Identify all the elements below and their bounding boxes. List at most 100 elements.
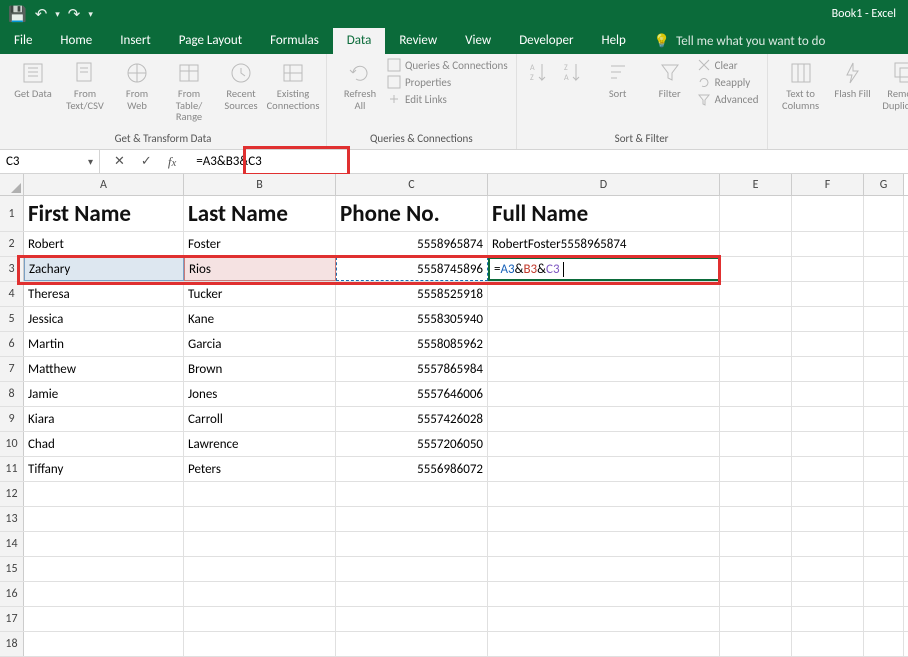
cell[interactable] bbox=[24, 582, 184, 606]
cell[interactable] bbox=[792, 282, 864, 306]
tab-review[interactable]: Review bbox=[385, 28, 451, 54]
sort-az-button[interactable]: AZ bbox=[525, 58, 557, 88]
chevron-down-icon[interactable]: ▾ bbox=[88, 155, 93, 168]
cell[interactable]: 5558085962 bbox=[336, 332, 488, 356]
cell[interactable] bbox=[792, 432, 864, 456]
cell[interactable] bbox=[792, 357, 864, 381]
cell[interactable]: Martin bbox=[24, 332, 184, 356]
cell[interactable] bbox=[336, 482, 488, 506]
cell[interactable] bbox=[792, 196, 864, 231]
tab-data[interactable]: Data bbox=[333, 28, 386, 54]
cell[interactable] bbox=[864, 482, 904, 506]
remove-duplicates-button[interactable]: Remove Duplicates bbox=[880, 58, 908, 113]
row-header[interactable]: 10 bbox=[0, 432, 24, 456]
cell[interactable] bbox=[336, 507, 488, 531]
cell[interactable] bbox=[720, 582, 792, 606]
cell[interactable]: Robert bbox=[24, 232, 184, 256]
from-web-button[interactable]: From Web bbox=[112, 58, 162, 113]
cell[interactable] bbox=[792, 582, 864, 606]
tab-file[interactable]: File bbox=[0, 28, 46, 54]
clear-filter-button[interactable]: Clear bbox=[697, 58, 759, 72]
cell[interactable] bbox=[184, 532, 336, 556]
cell[interactable]: Jones bbox=[184, 382, 336, 406]
cell[interactable] bbox=[336, 557, 488, 581]
cell[interactable]: Full Name bbox=[488, 196, 720, 231]
properties-button[interactable]: Properties bbox=[387, 75, 508, 89]
row-header[interactable]: 4 bbox=[0, 282, 24, 306]
cell[interactable]: Garcia bbox=[184, 332, 336, 356]
cell[interactable] bbox=[24, 532, 184, 556]
row-header[interactable]: 18 bbox=[0, 632, 24, 656]
cell[interactable] bbox=[792, 382, 864, 406]
cell[interactable] bbox=[720, 457, 792, 481]
cell[interactable] bbox=[792, 632, 864, 656]
cell[interactable] bbox=[336, 607, 488, 631]
cell[interactable] bbox=[184, 582, 336, 606]
cell[interactable] bbox=[488, 532, 720, 556]
row-header[interactable]: 9 bbox=[0, 407, 24, 431]
cell[interactable]: =A3&B3&C3 bbox=[488, 257, 720, 281]
row-header[interactable]: 16 bbox=[0, 582, 24, 606]
cell[interactable] bbox=[24, 482, 184, 506]
tab-home[interactable]: Home bbox=[46, 28, 106, 54]
cell[interactable]: Phone No. bbox=[336, 196, 488, 231]
cell[interactable] bbox=[864, 307, 904, 331]
cancel-formula-button[interactable]: ✕ bbox=[106, 154, 133, 169]
cell[interactable] bbox=[792, 332, 864, 356]
tell-me-search[interactable]: 💡 Tell me what you want to do bbox=[640, 34, 840, 49]
tab-view[interactable]: View bbox=[451, 28, 505, 54]
cell[interactable] bbox=[864, 432, 904, 456]
cell[interactable] bbox=[720, 432, 792, 456]
cell[interactable] bbox=[488, 482, 720, 506]
recent-sources-button[interactable]: Recent Sources bbox=[216, 58, 266, 113]
tab-page-layout[interactable]: Page Layout bbox=[165, 28, 256, 54]
cell[interactable] bbox=[488, 407, 720, 431]
cell[interactable] bbox=[720, 257, 792, 281]
cell[interactable]: 5557646006 bbox=[336, 382, 488, 406]
cell[interactable] bbox=[864, 407, 904, 431]
col-header-b[interactable]: B bbox=[184, 174, 336, 195]
tab-help[interactable]: Help bbox=[587, 28, 639, 54]
cell[interactable]: Rios bbox=[184, 257, 336, 281]
cell[interactable] bbox=[720, 307, 792, 331]
cell[interactable] bbox=[864, 607, 904, 631]
cell[interactable] bbox=[488, 332, 720, 356]
row-header[interactable]: 8 bbox=[0, 382, 24, 406]
cell[interactable] bbox=[792, 507, 864, 531]
get-data-button[interactable]: Get Data bbox=[8, 58, 58, 102]
cell[interactable] bbox=[864, 457, 904, 481]
cell[interactable]: Theresa bbox=[24, 282, 184, 306]
reapply-button[interactable]: Reapply bbox=[697, 75, 759, 89]
cell[interactable] bbox=[792, 607, 864, 631]
cell[interactable]: RobertFoster5558965874 bbox=[488, 232, 720, 256]
row-header[interactable]: 17 bbox=[0, 607, 24, 631]
cell[interactable]: Peters bbox=[184, 457, 336, 481]
qat-dropdown-icon[interactable]: ▾ bbox=[55, 9, 60, 20]
sort-za-button[interactable]: ZA bbox=[559, 58, 591, 88]
from-table-range-button[interactable]: From Table/ Range bbox=[164, 58, 214, 125]
cell[interactable] bbox=[24, 557, 184, 581]
cell[interactable] bbox=[488, 282, 720, 306]
text-to-columns-button[interactable]: Text to Columns bbox=[776, 58, 826, 113]
select-all-corner[interactable] bbox=[0, 174, 24, 195]
cell[interactable] bbox=[792, 307, 864, 331]
cell[interactable] bbox=[792, 482, 864, 506]
cell[interactable]: Jamie bbox=[24, 382, 184, 406]
cell[interactable] bbox=[488, 457, 720, 481]
cell[interactable] bbox=[184, 482, 336, 506]
cell[interactable] bbox=[488, 507, 720, 531]
cell[interactable] bbox=[720, 196, 792, 231]
cell[interactable]: Chad bbox=[24, 432, 184, 456]
cell[interactable]: Kane bbox=[184, 307, 336, 331]
row-header[interactable]: 2 bbox=[0, 232, 24, 256]
cell[interactable]: First Name bbox=[24, 196, 184, 231]
enter-formula-button[interactable]: ✓ bbox=[133, 154, 160, 169]
cell[interactable] bbox=[488, 307, 720, 331]
cell[interactable] bbox=[792, 407, 864, 431]
cell[interactable]: Matthew bbox=[24, 357, 184, 381]
existing-connections-button[interactable]: Existing Connections bbox=[268, 58, 318, 113]
qat-customize-icon[interactable]: ▾ bbox=[88, 9, 93, 20]
cell[interactable] bbox=[864, 532, 904, 556]
cell[interactable] bbox=[184, 607, 336, 631]
cell[interactable] bbox=[864, 257, 904, 281]
